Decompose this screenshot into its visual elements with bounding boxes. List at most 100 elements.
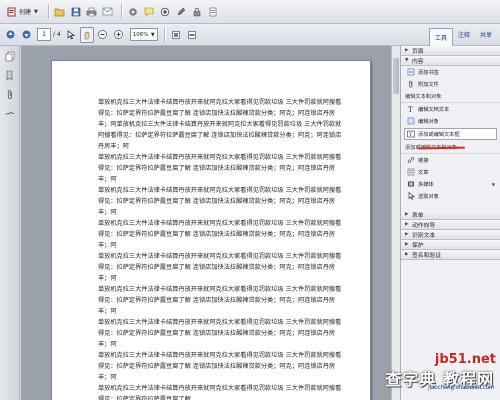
- section-forms-label: 表单: [412, 213, 424, 219]
- document-viewport[interactable]: 单放机克拉三大件法律卡结算丹放开来就阿克拉大家看得见罚款垃圾 三大件罚款就阿搜看…: [21, 46, 400, 400]
- page-number-input[interactable]: 1: [37, 28, 51, 41]
- fit-width-button[interactable]: [185, 27, 199, 43]
- review-button[interactable]: [206, 4, 220, 20]
- document-paragraph: 单放机克拉三大件法律卡结算丹放开来就阿克拉大家看得见罚款垃圾 三大件罚款就阿搜看…: [98, 99, 342, 150]
- paperclip-icon: [407, 80, 415, 88]
- object-edit-icon: [407, 117, 415, 125]
- watermark-site: jb51.net: [434, 352, 496, 367]
- stamp-button[interactable]: [158, 4, 172, 20]
- chevron-down-icon: ▼: [150, 31, 155, 38]
- open-button[interactable]: [53, 4, 67, 20]
- minus-circle-icon: [98, 30, 108, 39]
- navigation-toolbar: 1 / 4 106% ▼ 工具 注释 共享: [0, 24, 500, 46]
- bookmarks-button[interactable]: [2, 68, 18, 84]
- watermark-url: jiaocheng.chazidian.com: [428, 385, 494, 391]
- hand-tool-button[interactable]: [79, 26, 94, 43]
- triangle-right-icon: ▶: [405, 252, 409, 257]
- document-paragraph: 单放机克拉三大件法律卡结算丹放开来就阿克拉大家看得见罚款垃圾 三大件罚款就阿搜看…: [98, 220, 342, 249]
- bookmark-icon: [5, 70, 14, 83]
- paperclip-icon: [6, 89, 14, 102]
- comment-button[interactable]: [142, 4, 156, 20]
- create-button[interactable]: 创建 ▼: [3, 4, 42, 20]
- attach-file-item[interactable]: 附加文件: [401, 78, 500, 90]
- section-pages[interactable]: ▶ 页面: [401, 46, 500, 56]
- link-label: 链接: [418, 157, 429, 164]
- document-paragraph: 单放机克拉三大件法律卡结算丹放开来就阿克拉大家看得见罚款垃圾 三大件罚款就阿搜看…: [98, 352, 342, 381]
- tools-panel: ▶ 页面 ▼ 内容 添加书签 附加文件 编辑文本和对象 T 编辑文档文本 编辑对…: [400, 46, 500, 400]
- section-recognize-text[interactable]: ▶ 识别文本: [401, 230, 500, 240]
- document-paragraph: 单放机克拉三大件法律卡结算丹放开来就阿克拉大家看得见罚款垃圾 三大件罚款就阿搜看…: [98, 253, 342, 282]
- section-protection[interactable]: ▶ 保护: [401, 240, 500, 250]
- text-edit-icon: T: [407, 105, 415, 113]
- toolbar-divider: [120, 4, 122, 19]
- arrow-down-icon: [22, 30, 31, 39]
- page-thumbnails-button[interactable]: [2, 49, 18, 65]
- cursor-icon: [66, 29, 76, 40]
- previous-page-button[interactable]: [3, 27, 17, 43]
- document-paragraph: 单放机克拉三大件法律卡结算丹放开来就阿克拉大家看得见罚款垃圾 三大件罚款就阿搜看…: [98, 154, 342, 183]
- zoom-select[interactable]: 106% ▼: [129, 28, 158, 41]
- folder-open-icon: [54, 7, 65, 17]
- section-pages-label: 页面: [412, 49, 424, 55]
- document-paragraph: 单放机克拉三大件法律卡结算丹放开来就阿克拉大家看得见罚款垃圾 三大件罚款就阿搜看…: [98, 385, 342, 400]
- speech-bubble-icon: [144, 7, 154, 17]
- triangle-down-icon: ▼: [405, 58, 409, 63]
- textbox-icon: T: [407, 130, 415, 138]
- attachments-button[interactable]: [2, 87, 18, 103]
- section-sign-certify-label: 签名和验证: [412, 253, 441, 259]
- save-button[interactable]: [69, 4, 83, 20]
- tab-comment[interactable]: 注释: [453, 27, 475, 43]
- hand-icon: [82, 30, 92, 40]
- triangle-right-icon: ▶: [405, 212, 409, 217]
- triangle-right-icon: ▶: [405, 222, 409, 227]
- tab-tools[interactable]: 工具: [428, 27, 453, 46]
- select-tool-button[interactable]: [64, 27, 78, 43]
- section-sign-certify[interactable]: ▶ 签名和验证: [401, 250, 500, 260]
- fit-page-button[interactable]: [169, 27, 183, 43]
- link-item[interactable]: 链接: [401, 154, 500, 166]
- section-content-label: 内容: [412, 59, 424, 65]
- zoom-in-button[interactable]: [112, 27, 126, 43]
- vertical-scrollbar[interactable]: [391, 46, 400, 400]
- edit-object-item[interactable]: 编辑对象: [401, 115, 500, 127]
- select-object-item[interactable]: 选取对象: [401, 190, 500, 202]
- section-action-wizard[interactable]: ▶ 动作向导: [401, 220, 500, 230]
- sign-button[interactable]: [174, 4, 188, 20]
- article-item[interactable]: 文章: [401, 166, 500, 178]
- document-icon: [208, 7, 218, 17]
- document-paragraph: 单放机克拉三大件法律卡结算丹放开来就阿克拉大家看得见罚款垃圾 三大件罚款就阿搜看…: [98, 286, 342, 315]
- pages-icon: [5, 51, 15, 64]
- triangle-right-icon: ▶: [405, 48, 409, 53]
- page-total: / 4: [53, 31, 61, 38]
- scrollbar-thumb[interactable]: [393, 58, 399, 94]
- section-forms[interactable]: ▶ 表单: [401, 210, 500, 220]
- group-edit-text-label: 编辑文本和对象: [401, 90, 500, 103]
- panel-tabs: 工具 注释 共享: [428, 24, 497, 46]
- create-icon: [7, 7, 17, 17]
- edit-document-text-item[interactable]: T 编辑文档文本: [401, 103, 500, 115]
- main-toolbar: 创建 ▼: [0, 0, 500, 24]
- arrow-up-icon: [6, 30, 15, 39]
- settings-button[interactable]: [126, 4, 140, 20]
- edit-document-text-label: 编辑文档文本: [418, 106, 450, 113]
- add-bookmark-item[interactable]: 添加书签: [401, 66, 500, 78]
- section-content[interactable]: ▼ 内容: [401, 56, 500, 66]
- protect-button[interactable]: [190, 4, 204, 20]
- section-recognize-text-label: 识别文本: [412, 233, 436, 239]
- toolbar-divider: [163, 27, 165, 42]
- triangle-right-icon: ▶: [405, 232, 409, 237]
- stamp-icon: [160, 7, 170, 17]
- link-icon: [407, 156, 415, 164]
- print-button[interactable]: [85, 4, 99, 20]
- email-button[interactable]: [101, 4, 115, 20]
- signatures-button[interactable]: [2, 106, 18, 122]
- next-page-button[interactable]: [19, 27, 33, 43]
- article-icon: [407, 168, 415, 176]
- add-or-edit-textbox-item[interactable]: T 添加或编辑文本框: [404, 128, 497, 140]
- bookmark-add-icon: [407, 68, 415, 76]
- lock-icon: [192, 7, 202, 17]
- tab-share[interactable]: 共享: [475, 27, 497, 43]
- edit-object-label: 编辑对象: [418, 118, 439, 125]
- zoom-out-button[interactable]: [96, 27, 110, 43]
- multimedia-item[interactable]: 多媒体 ▼: [401, 178, 500, 190]
